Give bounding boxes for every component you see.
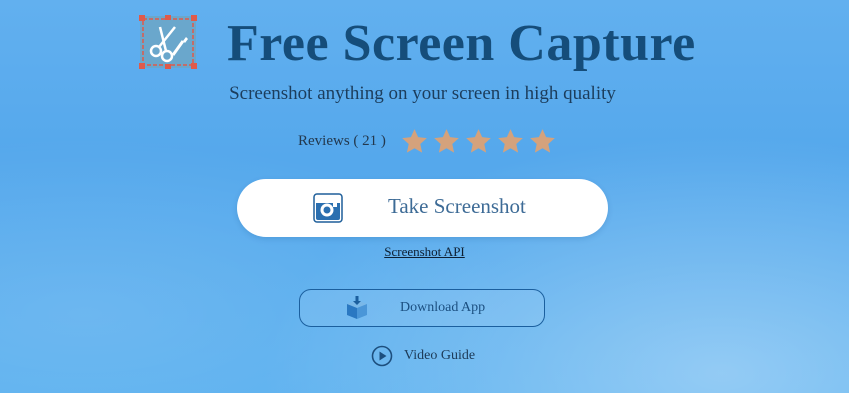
video-guide-link[interactable]: Video Guide bbox=[371, 344, 475, 368]
page-subtitle: Screenshot anything on your screen in hi… bbox=[0, 83, 849, 105]
reviews-row: Reviews ( 21 ) bbox=[298, 126, 557, 156]
star-icon[interactable] bbox=[400, 127, 429, 156]
take-screenshot-button[interactable]: Take Screenshot bbox=[237, 179, 608, 237]
page-header: Free Screen Capture bbox=[0, 12, 849, 72]
scissors-crop-icon bbox=[139, 15, 197, 69]
play-circle-icon bbox=[371, 345, 393, 367]
reviews-count: Reviews ( 21 ) bbox=[298, 132, 386, 149]
camera-icon bbox=[313, 193, 343, 223]
box-download-icon bbox=[344, 296, 370, 320]
download-app-button[interactable]: Download App bbox=[299, 289, 545, 327]
take-screenshot-label: Take Screenshot bbox=[388, 194, 526, 218]
video-guide-label: Video Guide bbox=[404, 348, 476, 363]
subtitle-text: Screenshot anything on your screen in hi… bbox=[229, 83, 616, 104]
screenshot-api-link[interactable]: Screenshot API bbox=[0, 244, 849, 260]
star-icon[interactable] bbox=[496, 127, 525, 156]
star-icon[interactable] bbox=[528, 127, 557, 156]
page-title: Free Screen Capture bbox=[227, 15, 696, 72]
star-rating[interactable] bbox=[400, 127, 557, 156]
star-icon[interactable] bbox=[432, 127, 461, 156]
download-app-label: Download App bbox=[400, 300, 486, 315]
star-icon[interactable] bbox=[464, 127, 493, 156]
